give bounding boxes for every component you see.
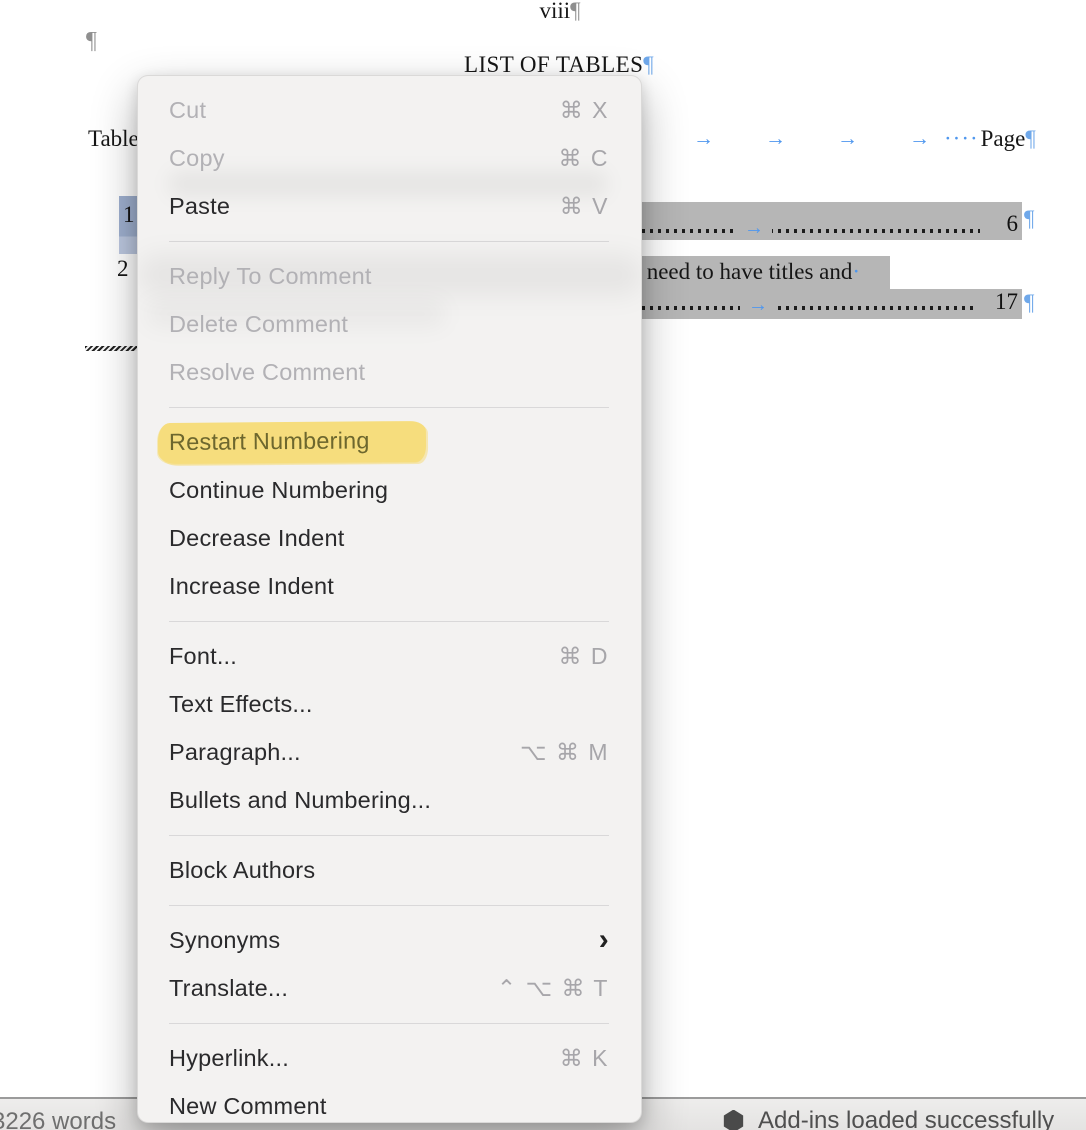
addin-hexagon-icon [722, 1110, 745, 1130]
menu-item-paste[interactable]: Paste ⌘ V [138, 182, 641, 230]
menu-item-increase-indent[interactable]: Increase Indent [138, 562, 641, 610]
pilcrow-mark: ¶ [1025, 126, 1035, 151]
menu-item-bullets-and-numbering[interactable]: Bullets and Numbering... [138, 776, 641, 824]
space-dot-mark: · [852, 259, 860, 284]
tab-arrow-icon: → [740, 296, 776, 314]
table-column-label[interactable]: Table [88, 126, 139, 152]
page-number-line: viii¶ [0, 0, 1086, 24]
shortcut-label: ⌘ X [560, 97, 609, 124]
word-count[interactable]: 3226 words [0, 1108, 116, 1130]
pilcrow-mark: ¶ [1024, 206, 1034, 232]
shortcut-label: ⌘ C [559, 145, 610, 172]
tab-arrow-icon: → [909, 127, 930, 151]
menu-item-resolve-comment: Resolve Comment [138, 348, 641, 396]
context-menu: Cut ⌘ X Copy ⌘ C Paste ⌘ V Reply To Comm… [137, 75, 642, 1123]
menu-item-continue-numbering[interactable]: Continue Numbering [138, 466, 641, 514]
tab-arrow-icon: → [693, 127, 714, 151]
menu-item-block-authors[interactable]: Block Authors [138, 846, 641, 894]
tab-arrow-icon: → [736, 219, 772, 237]
menu-separator [169, 1023, 609, 1024]
toc-entry-number[interactable]: 1 [123, 202, 135, 228]
word-document-window: viii¶ ¶ LIST OF TABLES¶ Table → → → → ··… [0, 0, 1086, 1130]
menu-item-text-effects[interactable]: Text Effects... [138, 680, 641, 728]
menu-item-hyperlink[interactable]: Hyperlink... ⌘ K [138, 1034, 641, 1082]
menu-item-reply-to-comment: Reply To Comment [138, 252, 641, 300]
menu-item-paragraph[interactable]: Paragraph... ⌥ ⌘ M [138, 728, 641, 776]
toc-page-number: 6 [1007, 211, 1019, 237]
pilcrow-mark: ¶ [570, 0, 580, 23]
shortcut-label: ⌥ ⌘ M [520, 739, 609, 766]
menu-separator [169, 835, 609, 836]
shortcut-label: ⌘ K [560, 1045, 609, 1072]
menu-item-font[interactable]: Font... ⌘ D [138, 632, 641, 680]
toc-entry-text: s need to have titles and· [632, 259, 860, 285]
menu-separator [169, 407, 609, 408]
toc-page-number: 17 [995, 289, 1018, 315]
addin-status-group: Add-ins loaded successfully [722, 1107, 1054, 1130]
shortcut-label: ⌃ ⌥ ⌘ T [497, 975, 609, 1002]
menu-item-cut: Cut ⌘ X [138, 86, 641, 134]
heading-text: LIST OF TABLES [464, 52, 643, 77]
submenu-chevron-icon: › [599, 928, 609, 952]
toc-entry-number[interactable]: 2 [117, 256, 129, 282]
menu-item-decrease-indent[interactable]: Decrease Indent [138, 514, 641, 562]
yellow-marker-annotation: Restart Numbering [158, 420, 426, 463]
page-column-label: Page [981, 126, 1026, 151]
pilcrow-mark: ¶ [86, 28, 97, 55]
menu-separator [169, 241, 609, 242]
page-column-label-group[interactable]: ····Page¶ [944, 126, 1036, 152]
menu-item-new-comment[interactable]: New Comment [138, 1082, 641, 1123]
pilcrow-mark: ¶ [643, 52, 654, 77]
shortcut-label: ⌘ D [559, 643, 610, 670]
menu-item-synonyms[interactable]: Synonyms › [138, 916, 641, 964]
tab-arrow-icon: → [837, 127, 858, 151]
menu-separator [169, 905, 609, 906]
menu-item-translate[interactable]: Translate... ⌃ ⌥ ⌘ T [138, 964, 641, 1012]
menu-item-delete-comment: Delete Comment [138, 300, 641, 348]
menu-item-copy: Copy ⌘ C [138, 134, 641, 182]
space-dots: ···· [944, 126, 979, 151]
shortcut-label: ⌘ V [560, 193, 609, 220]
menu-item-restart-numbering[interactable]: Restart Numbering [138, 418, 641, 466]
page-number: viii [539, 0, 570, 23]
addin-status-message: Add-ins loaded successfully [758, 1107, 1054, 1130]
pilcrow-mark: ¶ [1024, 290, 1034, 316]
menu-separator [169, 621, 609, 622]
tab-arrow-icon: → [765, 127, 786, 151]
